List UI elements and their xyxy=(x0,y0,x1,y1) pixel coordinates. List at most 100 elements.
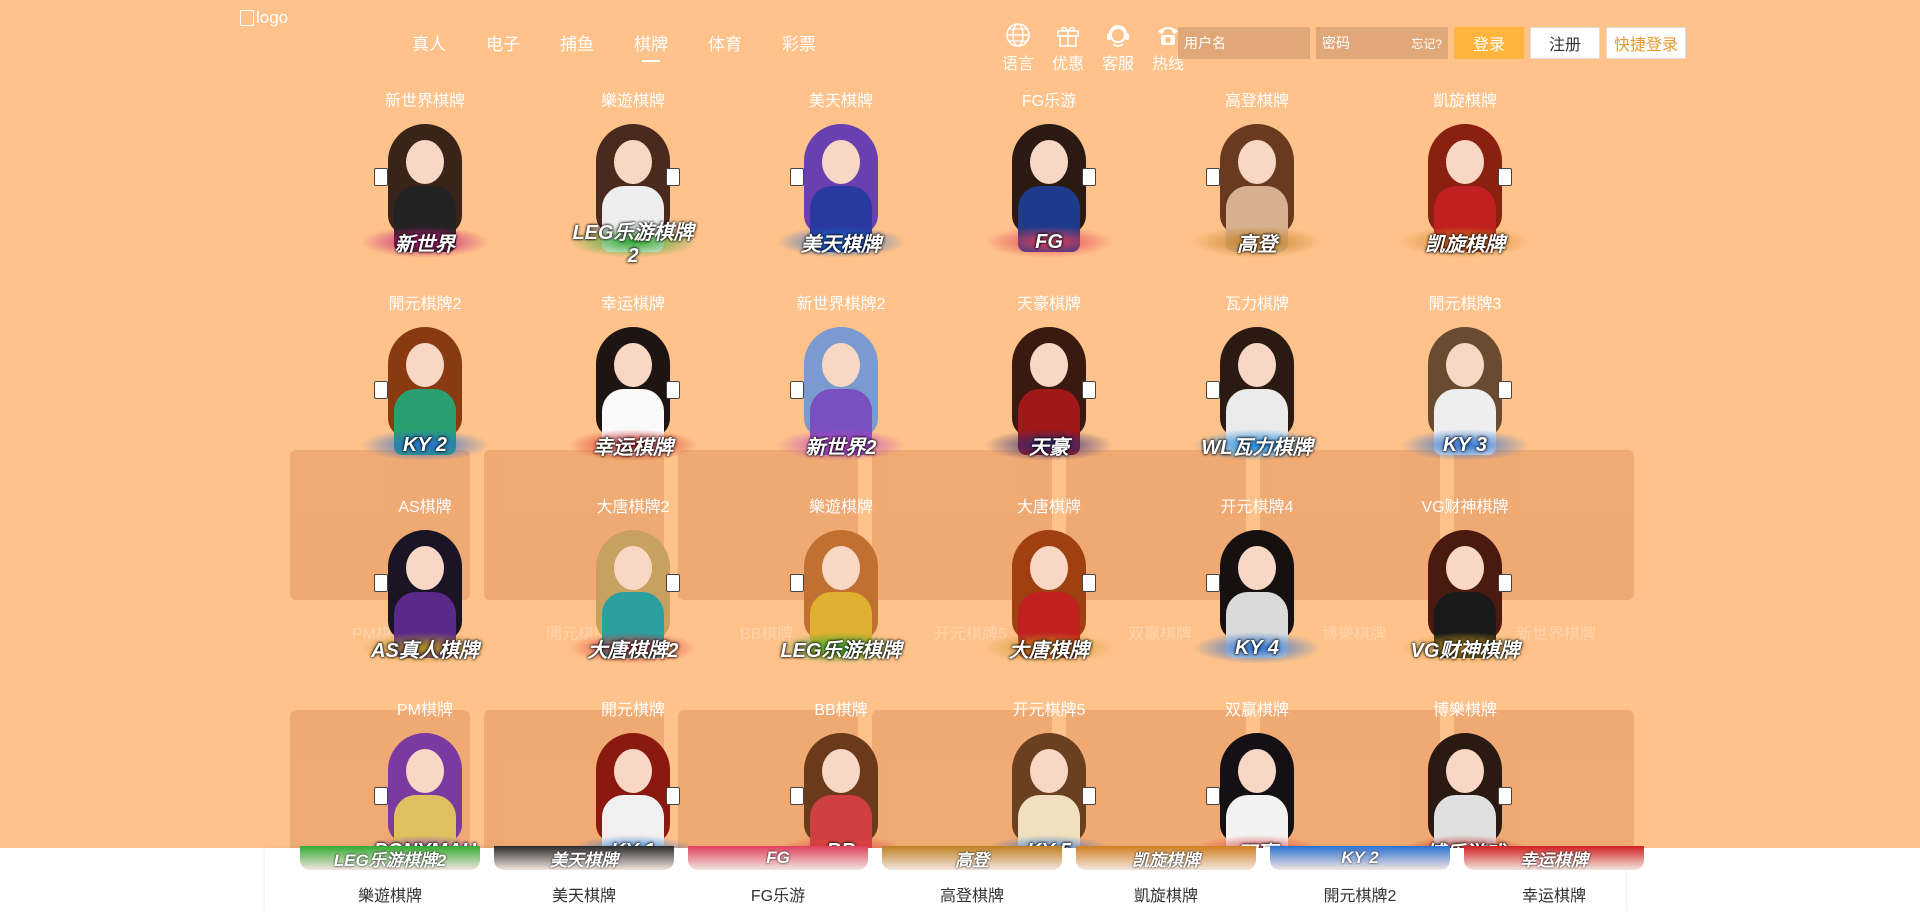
game-name: 開元棋牌3 xyxy=(1428,296,1502,313)
bottom-provider-label[interactable]: 美天棋牌 xyxy=(494,882,674,906)
character-face xyxy=(614,546,652,590)
character-face xyxy=(1030,546,1068,590)
game-tile[interactable]: 幸运棋牌 幸运棋牌 xyxy=(548,295,718,495)
register-button[interactable]: 注册 xyxy=(1530,27,1600,59)
language-button[interactable]: 语言 xyxy=(994,22,1042,74)
logo-alt-text: logo xyxy=(256,8,289,27)
game-artwork: KY 4 xyxy=(1182,524,1332,674)
username-placeholder: 用户名 xyxy=(1184,35,1226,51)
bottom-provider-label[interactable]: 幸运棋牌 xyxy=(1464,882,1644,906)
game-tile[interactable]: AS棋牌 AS真人棋牌 xyxy=(340,498,510,698)
game-artwork: LEG乐游棋牌2 xyxy=(558,118,708,268)
game-artwork: 大唐棋牌 xyxy=(974,524,1124,674)
nav-item-slots[interactable]: 电子 xyxy=(466,30,540,55)
language-label: 语言 xyxy=(1001,56,1034,73)
game-name: 新世界棋牌2 xyxy=(796,296,886,313)
game-name: 大唐棋牌 xyxy=(1016,499,1081,516)
game-tile[interactable]: VG财神棋牌 VG财神棋牌 xyxy=(1380,498,1550,698)
character-face xyxy=(1446,140,1484,184)
game-artwork: 新世界 xyxy=(350,118,500,268)
game-name: FG乐游 xyxy=(1021,93,1077,110)
bottom-provider-label[interactable]: 開元棋牌2 xyxy=(1270,882,1450,906)
login-button[interactable]: 登录 xyxy=(1454,27,1524,59)
playing-card-icon xyxy=(790,381,804,399)
character-face xyxy=(1238,546,1276,590)
nav-item-lottery[interactable]: 彩票 xyxy=(762,30,836,55)
game-artwork: LEG乐游棋牌 xyxy=(766,524,916,674)
game-tile[interactable]: 新世界棋牌2 新世界2 xyxy=(756,295,926,495)
playing-card-icon xyxy=(1498,787,1512,805)
playing-card-icon xyxy=(374,787,388,805)
game-logo-badge: 天豪 xyxy=(984,429,1114,461)
playing-card-icon xyxy=(790,574,804,592)
playing-card-icon xyxy=(1206,168,1220,186)
playing-card-icon xyxy=(666,574,680,592)
game-tile[interactable]: 開元棋牌2 KY 2 xyxy=(340,295,510,495)
game-name: 高登棋牌 xyxy=(1224,93,1289,110)
forgot-password-link[interactable]: 忘记? xyxy=(1411,35,1442,52)
nav-item-cards[interactable]: 棋牌 xyxy=(614,30,688,62)
username-input[interactable]: 用户名 xyxy=(1178,27,1310,59)
game-tile[interactable]: 开元棋牌4 KY 4 xyxy=(1172,498,1342,698)
password-placeholder: 密码 xyxy=(1322,35,1350,51)
bottom-provider-label[interactable]: 樂遊棋牌 xyxy=(300,882,480,906)
game-tile[interactable]: 大唐棋牌 大唐棋牌 xyxy=(964,498,1134,698)
game-tile[interactable]: 大唐棋牌2 大唐棋牌2 xyxy=(548,498,718,698)
game-tile[interactable]: 開元棋牌3 KY 3 xyxy=(1380,295,1550,495)
playing-card-icon xyxy=(666,168,680,186)
game-tile[interactable]: 美天棋牌 美天棋牌 xyxy=(756,92,926,292)
password-input[interactable]: 密码 忘记? xyxy=(1316,27,1448,59)
game-logo-badge: AS真人棋牌 xyxy=(360,632,490,664)
game-logo-badge: VG财神棋牌 xyxy=(1400,632,1530,664)
bottom-provider-logo[interactable]: FG xyxy=(688,846,868,870)
bottom-provider-label[interactable]: 高登棋牌 xyxy=(882,882,1062,906)
game-name: 樂遊棋牌 xyxy=(808,499,873,516)
character-face xyxy=(614,343,652,387)
bottom-provider-logo[interactable]: 凯旋棋牌 xyxy=(1076,846,1256,870)
game-logo-badge: 凯旋棋牌 xyxy=(1400,226,1530,258)
bottom-provider-label[interactable]: FG乐游 xyxy=(688,882,868,906)
game-name: 開元棋牌 xyxy=(600,702,665,719)
headset-icon xyxy=(1107,25,1129,47)
character-face xyxy=(822,749,860,793)
character-face xyxy=(822,546,860,590)
game-logo-badge: WL瓦力棋牌 xyxy=(1192,429,1322,461)
game-tile[interactable]: 高登棋牌 高登 xyxy=(1172,92,1342,292)
character-face xyxy=(614,140,652,184)
game-name: 凱旋棋牌 xyxy=(1432,93,1497,110)
nav-item-fishing[interactable]: 捕鱼 xyxy=(540,30,614,55)
game-tile[interactable]: 樂遊棋牌 LEG乐游棋牌 xyxy=(756,498,926,698)
bottom-provider-logo[interactable]: 幸运棋牌 xyxy=(1464,846,1644,870)
game-tile[interactable]: 凱旋棋牌 凯旋棋牌 xyxy=(1380,92,1550,292)
game-name: 新世界棋牌 xyxy=(384,93,465,110)
bottom-logo-row: LEG乐游棋牌2 美天棋牌 FG 高登 凯旋棋牌 KY 2 幸运棋牌 xyxy=(300,846,1644,870)
quick-login-button[interactable]: 快捷登录 xyxy=(1606,27,1686,59)
customer-service-button[interactable]: 客服 xyxy=(1094,22,1142,74)
character-face xyxy=(614,749,652,793)
game-artwork: AS真人棋牌 xyxy=(350,524,500,674)
nav-item-live[interactable]: 真人 xyxy=(392,30,466,55)
playing-card-icon xyxy=(374,381,388,399)
playing-card-icon xyxy=(1082,787,1096,805)
bottom-provider-logo[interactable]: LEG乐游棋牌2 xyxy=(300,846,480,870)
character-face xyxy=(1238,343,1276,387)
game-artwork: 美天棋牌 xyxy=(766,118,916,268)
game-tile[interactable]: 新世界棋牌 新世界 xyxy=(340,92,510,292)
playing-card-icon xyxy=(1206,574,1220,592)
game-name: 开元棋牌5 xyxy=(1012,702,1086,719)
game-tile[interactable]: 樂遊棋牌 LEG乐游棋牌2 xyxy=(548,92,718,292)
game-tile[interactable]: 瓦力棋牌 WL瓦力棋牌 xyxy=(1172,295,1342,495)
bottom-provider-logo[interactable]: KY 2 xyxy=(1270,846,1450,870)
game-logo-badge: KY 4 xyxy=(1192,632,1322,664)
customer-service-label: 客服 xyxy=(1101,56,1134,73)
bottom-provider-logo[interactable]: 美天棋牌 xyxy=(494,846,674,870)
bottom-provider-label[interactable]: 凱旋棋牌 xyxy=(1076,882,1256,906)
promotions-button[interactable]: 优惠 xyxy=(1044,22,1092,74)
bottom-provider-logo[interactable]: 高登 xyxy=(882,846,1062,870)
nav-item-sports[interactable]: 体育 xyxy=(688,30,762,55)
game-tile[interactable]: FG乐游 FG xyxy=(964,92,1134,292)
site-logo[interactable]: logo xyxy=(240,8,288,28)
game-tile[interactable]: 天豪棋牌 天豪 xyxy=(964,295,1134,495)
game-name: 樂遊棋牌 xyxy=(600,93,665,110)
game-logo-badge: FG xyxy=(984,226,1114,258)
